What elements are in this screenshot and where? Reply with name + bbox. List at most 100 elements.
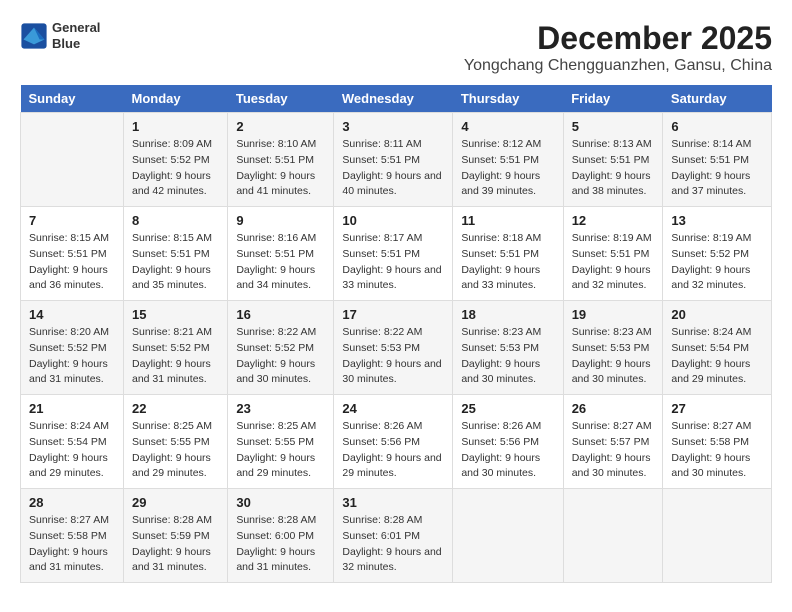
day-number: 4: [461, 119, 554, 134]
day-info: Sunrise: 8:19 AMSunset: 5:52 PMDaylight:…: [671, 231, 763, 294]
calendar-cell: 28 Sunrise: 8:27 AMSunset: 5:58 PMDayligh…: [21, 489, 124, 583]
day-info: Sunrise: 8:16 AMSunset: 5:51 PMDaylight:…: [236, 231, 325, 294]
calendar-cell: 11Sunrise: 8:18 AMSunset: 5:51 PMDayligh…: [453, 207, 563, 301]
day-number: 17: [342, 307, 444, 322]
calendar-week-2: 7Sunrise: 8:15 AMSunset: 5:51 PMDaylight…: [21, 207, 772, 301]
calendar-cell: 20 Sunrise: 8:24 AMSunset: 5:54 PMDayligh…: [663, 301, 772, 395]
calendar-cell: 14 Sunrise: 8:20 AMSunset: 5:52 PMDayligh…: [21, 301, 124, 395]
logo-icon: [20, 22, 48, 50]
day-number: 19: [572, 307, 655, 322]
calendar-cell: 23 Sunrise: 8:25 AMSunset: 5:55 PMDayligh…: [228, 395, 334, 489]
calendar-cell: 22 Sunrise: 8:25 AMSunset: 5:55 PMDayligh…: [123, 395, 227, 489]
day-info: Sunrise: 8:23 AMSunset: 5:53 PMDaylight:…: [461, 325, 554, 388]
day-info: Sunrise: 8:27 AMSunset: 5:58 PMDaylight:…: [29, 513, 115, 576]
day-number: 6: [671, 119, 763, 134]
day-info: Sunrise: 8:11 AMSunset: 5:51 PMDaylight:…: [342, 137, 444, 200]
day-info: Sunrise: 8:26 AMSunset: 5:56 PMDaylight:…: [342, 419, 444, 482]
day-info: Sunrise: 8:13 AMSunset: 5:51 PMDaylight:…: [572, 137, 655, 200]
calendar-table: SundayMondayTuesdayWednesdayThursdayFrid…: [20, 85, 772, 583]
day-info: Sunrise: 8:22 AMSunset: 5:52 PMDaylight:…: [236, 325, 325, 388]
calendar-cell: 8 Sunrise: 8:15 AMSunset: 5:51 PMDaylight…: [123, 207, 227, 301]
calendar-cell: 29 Sunrise: 8:28 AMSunset: 5:59 PMDayligh…: [123, 489, 227, 583]
day-number: 25: [461, 401, 554, 416]
day-info: Sunrise: 8:25 AMSunset: 5:55 PMDaylight:…: [132, 419, 219, 482]
day-info: Sunrise: 8:25 AMSunset: 5:55 PMDaylight:…: [236, 419, 325, 482]
day-number: 15: [132, 307, 219, 322]
day-number: 28: [29, 495, 115, 510]
calendar-cell: [453, 489, 563, 583]
calendar-cell: 3 Sunrise: 8:11 AMSunset: 5:51 PMDaylight…: [334, 113, 453, 207]
day-number: 3: [342, 119, 444, 134]
day-number: 1: [132, 119, 219, 134]
logo-text: General Blue: [52, 20, 100, 51]
calendar-cell: 31 Sunrise: 8:28 AMSunset: 6:01 PMDayligh…: [334, 489, 453, 583]
calendar-cell: 16 Sunrise: 8:22 AMSunset: 5:52 PMDayligh…: [228, 301, 334, 395]
calendar-cell: 12 Sunrise: 8:19 AMSunset: 5:51 PMDayligh…: [563, 207, 663, 301]
calendar-cell: 18 Sunrise: 8:23 AMSunset: 5:53 PMDayligh…: [453, 301, 563, 395]
calendar-cell: 15 Sunrise: 8:21 AMSunset: 5:52 PMDayligh…: [123, 301, 227, 395]
day-number: 24: [342, 401, 444, 416]
calendar-cell: 10 Sunrise: 8:17 AMSunset: 5:51 PMDayligh…: [334, 207, 453, 301]
calendar-cell: [21, 113, 124, 207]
day-info: Sunrise: 8:28 AMSunset: 6:00 PMDaylight:…: [236, 513, 325, 576]
day-number: 22: [132, 401, 219, 416]
day-info: Sunrise: 8:22 AMSunset: 5:53 PMDaylight:…: [342, 325, 444, 388]
calendar-header-wednesday: Wednesday: [334, 85, 453, 113]
calendar-cell: [663, 489, 772, 583]
calendar-header-monday: Monday: [123, 85, 227, 113]
day-number: 26: [572, 401, 655, 416]
day-number: 10: [342, 213, 444, 228]
day-info: Sunrise: 8:12 AMSunset: 5:51 PMDaylight:…: [461, 137, 554, 200]
calendar-cell: 19Sunrise: 8:23 AMSunset: 5:53 PMDayligh…: [563, 301, 663, 395]
day-info: Sunrise: 8:17 AMSunset: 5:51 PMDaylight:…: [342, 231, 444, 294]
day-info: Sunrise: 8:15 AMSunset: 5:51 PMDaylight:…: [29, 231, 115, 294]
calendar-cell: 30Sunrise: 8:28 AMSunset: 6:00 PMDayligh…: [228, 489, 334, 583]
day-info: Sunrise: 8:24 AMSunset: 5:54 PMDaylight:…: [671, 325, 763, 388]
day-number: 31: [342, 495, 444, 510]
day-number: 29: [132, 495, 219, 510]
day-number: 2: [236, 119, 325, 134]
calendar-cell: 7Sunrise: 8:15 AMSunset: 5:51 PMDaylight…: [21, 207, 124, 301]
page-container: General Blue December 2025 Yongchang Che…: [20, 20, 772, 583]
calendar-cell: 5Sunrise: 8:13 AMSunset: 5:51 PMDaylight…: [563, 113, 663, 207]
calendar-cell: [563, 489, 663, 583]
day-info: Sunrise: 8:24 AMSunset: 5:54 PMDaylight:…: [29, 419, 115, 482]
calendar-cell: 27Sunrise: 8:27 AMSunset: 5:58 PMDayligh…: [663, 395, 772, 489]
day-number: 18: [461, 307, 554, 322]
calendar-cell: 26 Sunrise: 8:27 AMSunset: 5:57 PMDayligh…: [563, 395, 663, 489]
day-number: 20: [671, 307, 763, 322]
day-number: 23: [236, 401, 325, 416]
day-number: 9: [236, 213, 325, 228]
calendar-cell: 9 Sunrise: 8:16 AMSunset: 5:51 PMDaylight…: [228, 207, 334, 301]
day-info: Sunrise: 8:27 AMSunset: 5:57 PMDaylight:…: [572, 419, 655, 482]
day-number: 27: [671, 401, 763, 416]
day-number: 14: [29, 307, 115, 322]
calendar-cell: 2 Sunrise: 8:10 AMSunset: 5:51 PMDaylight…: [228, 113, 334, 207]
calendar-week-5: 28 Sunrise: 8:27 AMSunset: 5:58 PMDayligh…: [21, 489, 772, 583]
calendar-week-1: 1 Sunrise: 8:09 AMSunset: 5:52 PMDaylight…: [21, 113, 772, 207]
calendar-header-tuesday: Tuesday: [228, 85, 334, 113]
day-info: Sunrise: 8:19 AMSunset: 5:51 PMDaylight:…: [572, 231, 655, 294]
day-info: Sunrise: 8:10 AMSunset: 5:51 PMDaylight:…: [236, 137, 325, 200]
day-number: 11: [461, 213, 554, 228]
calendar-week-3: 14 Sunrise: 8:20 AMSunset: 5:52 PMDayligh…: [21, 301, 772, 395]
title-section: December 2025 Yongchang Chengguanzhen, G…: [464, 20, 772, 75]
header: General Blue December 2025 Yongchang Che…: [20, 20, 772, 75]
calendar-cell: 1 Sunrise: 8:09 AMSunset: 5:52 PMDaylight…: [123, 113, 227, 207]
calendar-header-friday: Friday: [563, 85, 663, 113]
day-number: 12: [572, 213, 655, 228]
day-number: 21: [29, 401, 115, 416]
day-info: Sunrise: 8:21 AMSunset: 5:52 PMDaylight:…: [132, 325, 219, 388]
day-info: Sunrise: 8:14 AMSunset: 5:51 PMDaylight:…: [671, 137, 763, 200]
day-info: Sunrise: 8:26 AMSunset: 5:56 PMDaylight:…: [461, 419, 554, 482]
day-info: Sunrise: 8:20 AMSunset: 5:52 PMDaylight:…: [29, 325, 115, 388]
day-info: Sunrise: 8:15 AMSunset: 5:51 PMDaylight:…: [132, 231, 219, 294]
day-info: Sunrise: 8:28 AMSunset: 5:59 PMDaylight:…: [132, 513, 219, 576]
calendar-header-row: SundayMondayTuesdayWednesdayThursdayFrid…: [21, 85, 772, 113]
calendar-cell: 17 Sunrise: 8:22 AMSunset: 5:53 PMDayligh…: [334, 301, 453, 395]
day-number: 8: [132, 213, 219, 228]
calendar-header-thursday: Thursday: [453, 85, 563, 113]
day-number: 16: [236, 307, 325, 322]
day-info: Sunrise: 8:28 AMSunset: 6:01 PMDaylight:…: [342, 513, 444, 576]
day-info: Sunrise: 8:09 AMSunset: 5:52 PMDaylight:…: [132, 137, 219, 200]
